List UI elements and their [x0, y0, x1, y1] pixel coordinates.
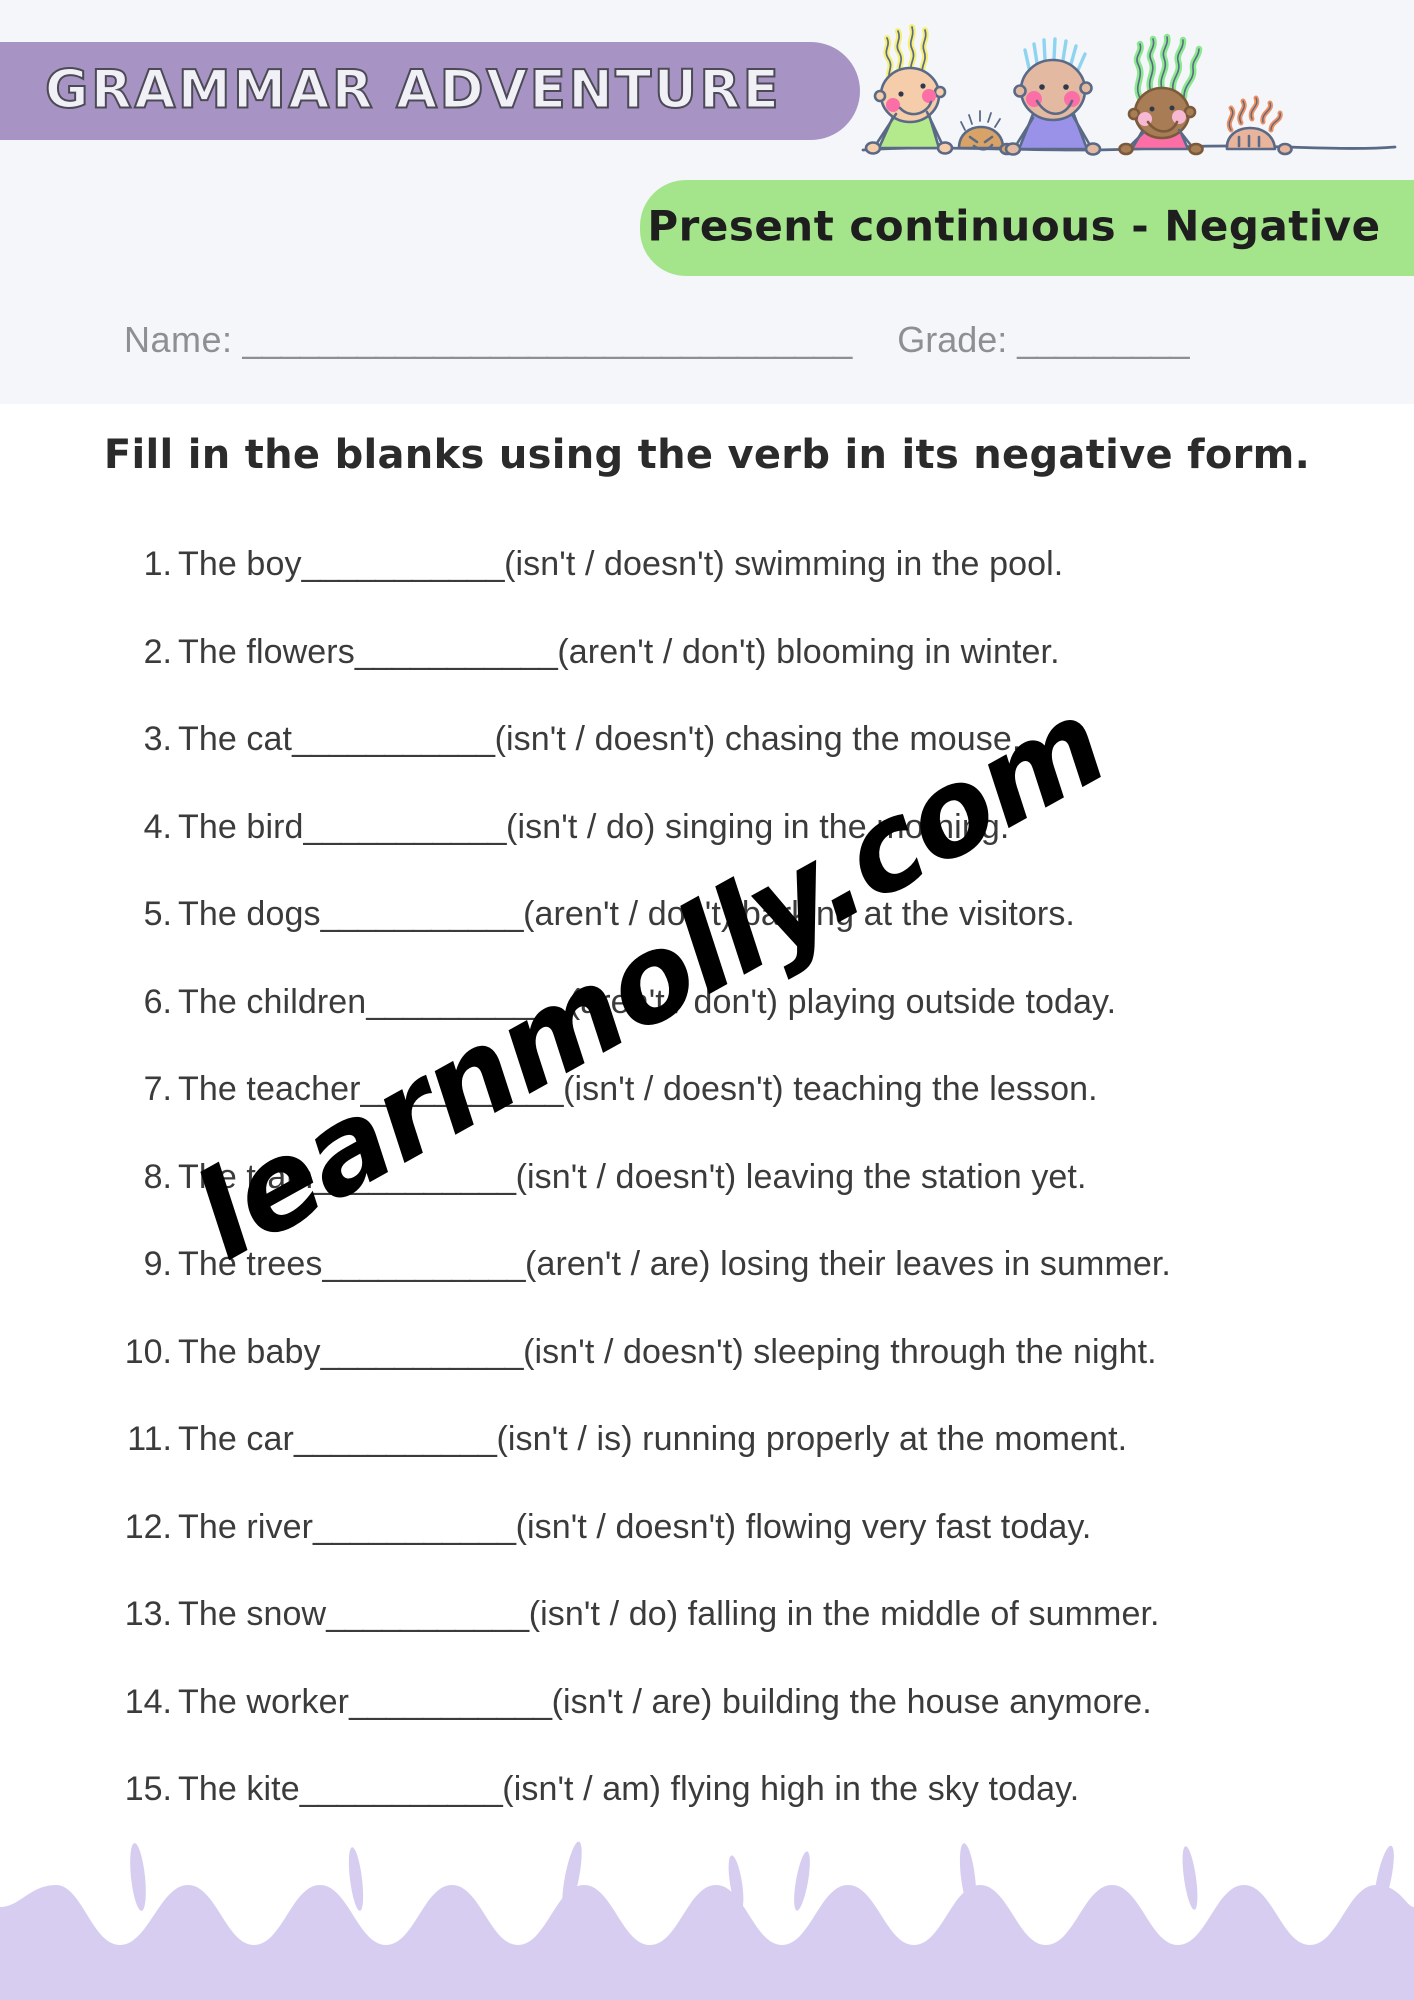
answer-blank[interactable]: ___________ [349, 1683, 552, 1722]
student-info-row: Name: ________________________________ G… [0, 305, 1414, 375]
question-text-before: The cat [178, 720, 293, 758]
answer-blank[interactable]: ___________ [361, 1070, 564, 1109]
kid-blue-hair [1004, 37, 1102, 156]
question-text-before: The snow [178, 1595, 327, 1633]
question-list: 1. The boy ___________ (isn't / doesn't)… [0, 545, 1414, 1858]
question-number: 8. [143, 1157, 172, 1196]
question-text-before: The baby [178, 1332, 321, 1371]
question-text-after: (isn't / doesn't) flowing very fast toda… [515, 1507, 1092, 1546]
grade-input-line[interactable]: _________ [1017, 319, 1189, 361]
answer-blank[interactable]: ___________ [355, 633, 558, 672]
name-label: Name: [124, 319, 233, 360]
question-text-after: (aren't / don't) playing outside today. [568, 982, 1117, 1021]
answer-blank[interactable]: ___________ [313, 1508, 516, 1547]
question-row-3: 3. The cat ___________ (isn't / doesn't)… [0, 720, 1414, 808]
kid-orange-hair [1225, 95, 1293, 156]
question-row-8: 8. The train ___________ (isn't / doesn'… [0, 1158, 1414, 1246]
question-row-12: 12. The river ___________ (isn't / doesn… [0, 1508, 1414, 1596]
question-text-after: (isn't / doesn't) leaving the station ye… [515, 1157, 1087, 1196]
question-text-before: The trees [178, 1245, 323, 1283]
question-text-after: (isn't / doesn't) sleeping through the n… [523, 1332, 1157, 1371]
question-text-after: (isn't / do) falling in the middle of su… [528, 1595, 1160, 1633]
question-text-before: The flowers [178, 632, 355, 671]
kid-yellow-hair [864, 24, 954, 155]
question-text-before: The river [178, 1507, 314, 1546]
question-number: 3. [143, 720, 172, 758]
kids-illustration [855, 18, 1400, 173]
question-text-before: The boy [178, 545, 302, 583]
bottom-wave-decoration [0, 1835, 1414, 2000]
name-input-line[interactable]: ________________________________ [243, 319, 853, 361]
question-row-7: 7. The teacher ___________ (isn't / does… [0, 1070, 1414, 1158]
question-text-after: (aren't / don't) barking at the visitors… [523, 895, 1075, 933]
banner-title-pill: GRAMMAR ADVENTURE [0, 42, 860, 140]
worksheet-page: GRAMMAR ADVENTURE Present continuous - N… [0, 0, 1414, 2000]
answer-blank[interactable]: ___________ [366, 983, 569, 1022]
question-row-9: 9. The trees ___________ (aren't / are) … [0, 1245, 1414, 1333]
question-number: 12. [124, 1507, 172, 1546]
question-number: 11. [127, 1420, 172, 1458]
question-number: 9. [143, 1245, 172, 1283]
answer-blank[interactable]: ___________ [300, 1770, 503, 1809]
question-number: 15. [124, 1770, 172, 1808]
answer-blank[interactable]: ___________ [313, 1158, 516, 1197]
answer-blank[interactable]: ___________ [323, 1245, 526, 1284]
grade-label: Grade: [897, 319, 1008, 360]
question-text-after: (isn't / doesn't) swimming in the pool. [504, 545, 1064, 583]
question-row-4: 4. The bird ___________ (isn't / do) sin… [0, 808, 1414, 896]
question-text-before: The train [178, 1157, 314, 1196]
kid-green-hair [1118, 33, 1204, 156]
instruction-text: Fill in the blanks using the verb in its… [103, 432, 1311, 478]
answer-blank[interactable]: ___________ [304, 808, 507, 847]
question-text-after: (aren't / don't) blooming in winter. [557, 632, 1060, 671]
question-row-6: 6. The children ___________ (aren't / do… [0, 983, 1414, 1071]
question-text-before: The car [178, 1420, 294, 1458]
topic-badge: Present continuous - Negative [640, 180, 1414, 276]
question-text-before: The bird [178, 807, 304, 846]
question-text-before: The worker [178, 1682, 350, 1721]
banner-title-text: GRAMMAR ADVENTURE [44, 58, 782, 121]
question-row-10: 10. The baby ___________ (isn't / doesn'… [0, 1333, 1414, 1421]
question-row-13: 13. The snow ___________ (isn't / do) fa… [0, 1595, 1414, 1683]
topic-badge-label: Present continuous - Negative [647, 201, 1381, 251]
question-number: 4. [143, 807, 172, 846]
question-row-2: 2. The flowers ___________ (aren't / don… [0, 633, 1414, 721]
question-text-after: (aren't / are) losing their leaves in su… [525, 1245, 1171, 1283]
answer-blank[interactable]: ___________ [326, 1595, 529, 1634]
question-text-after: (isn't / are) building the house anymore… [551, 1682, 1152, 1721]
question-number: 10. [124, 1332, 172, 1371]
question-text-after: (isn't / do) singing in the morning. [506, 807, 1010, 846]
question-text-before: The kite [178, 1770, 300, 1808]
question-number: 2. [143, 632, 172, 671]
question-text-before: The teacher [178, 1070, 361, 1108]
question-row-1: 1. The boy ___________ (isn't / doesn't)… [0, 545, 1414, 633]
question-row-14: 14. The worker ___________ (isn't / are)… [0, 1683, 1414, 1771]
answer-blank[interactable]: ___________ [292, 720, 495, 759]
question-row-11: 11. The car ___________ (isn't / is) run… [0, 1420, 1414, 1508]
question-number: 5. [143, 895, 172, 933]
question-text-after: (isn't / doesn't) teaching the lesson. [563, 1070, 1098, 1108]
answer-blank[interactable]: ___________ [321, 1333, 524, 1372]
question-number: 1. [143, 545, 172, 583]
question-text-before: The dogs [178, 895, 321, 933]
question-text-after: (isn't / is) running properly at the mom… [496, 1420, 1128, 1458]
answer-blank[interactable]: ___________ [321, 895, 524, 934]
answer-blank[interactable]: ___________ [294, 1420, 497, 1459]
question-text-before: The children [178, 982, 367, 1021]
question-row-5: 5. The dogs ___________ (aren't / don't)… [0, 895, 1414, 983]
question-number: 6. [143, 982, 172, 1021]
question-number: 7. [143, 1070, 172, 1108]
question-number: 13. [124, 1595, 172, 1633]
answer-blank[interactable]: ___________ [302, 545, 505, 584]
question-text-after: (isn't / doesn't) chasing the mouse. [494, 720, 1022, 758]
question-text-after: (isn't / am) flying high in the sky toda… [502, 1770, 1080, 1808]
question-number: 14. [124, 1682, 172, 1721]
header-band: GRAMMAR ADVENTURE Present continuous - N… [0, 0, 1414, 404]
